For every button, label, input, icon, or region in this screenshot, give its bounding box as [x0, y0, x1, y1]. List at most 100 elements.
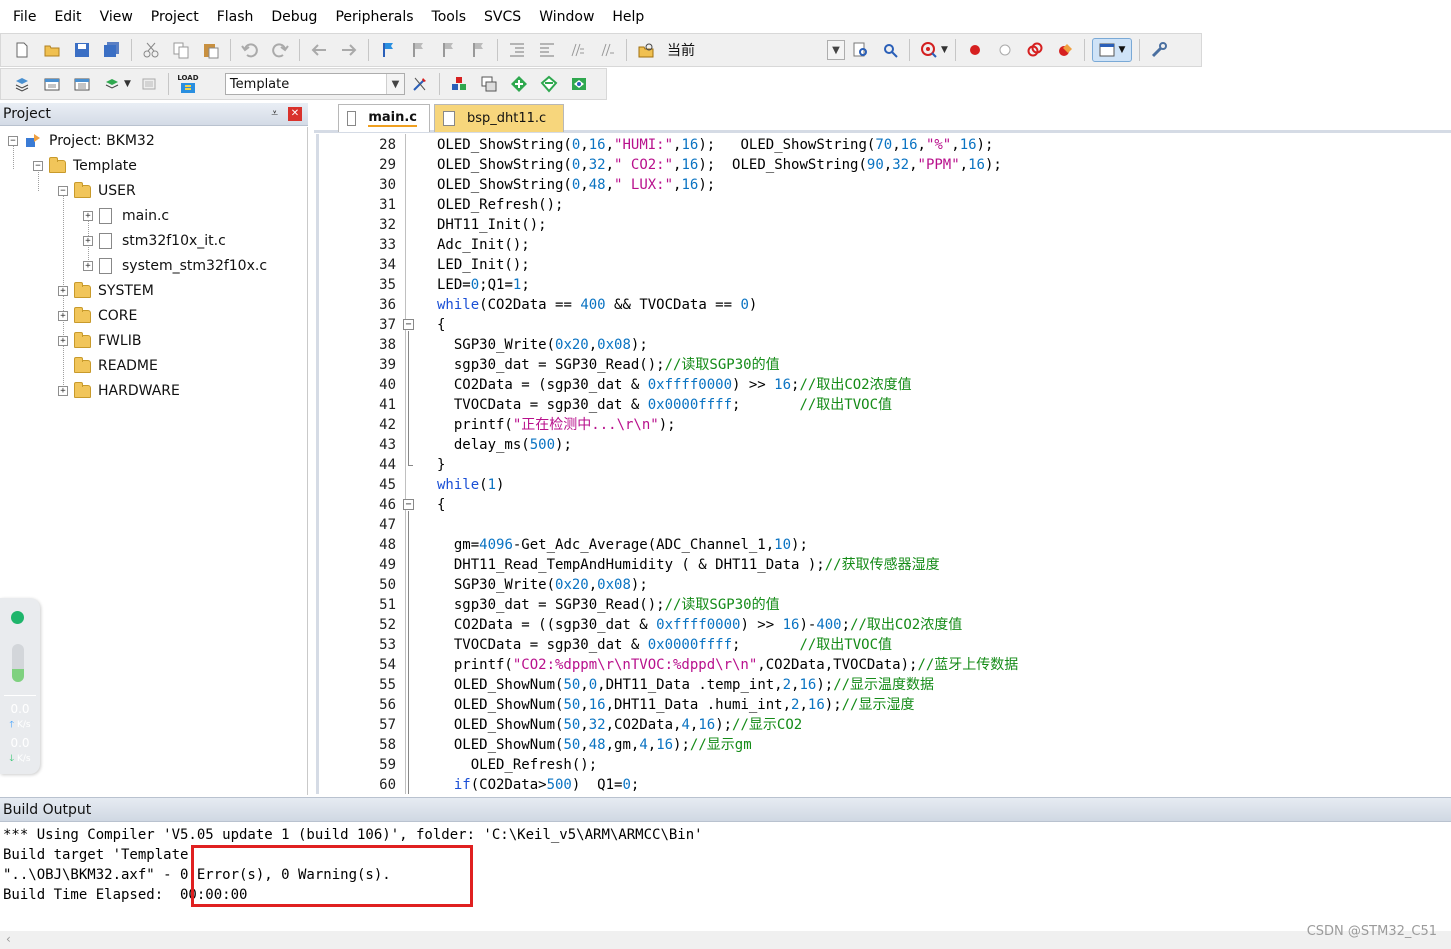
- close-icon[interactable]: ✕: [288, 107, 302, 121]
- disable-breakpoint-icon[interactable]: [993, 38, 1017, 62]
- code-token: 400: [816, 617, 842, 633]
- disable-all-breakpoints-icon[interactable]: [1053, 38, 1077, 62]
- tree-node-readme[interactable]: README: [74, 354, 158, 378]
- tree-node-fwlib[interactable]: + FWLIB: [58, 329, 141, 353]
- tree-node-template[interactable]: − Template: [33, 154, 137, 178]
- fold-toggle-icon[interactable]: −: [403, 499, 414, 510]
- indent-icon[interactable]: [505, 38, 529, 62]
- code-token: ,: [883, 157, 893, 173]
- find-icon[interactable]: [848, 38, 872, 62]
- code-token: 16: [900, 137, 918, 153]
- expand-icon[interactable]: +: [58, 286, 68, 296]
- save-icon[interactable]: [70, 38, 94, 62]
- uncomment-icon[interactable]: [595, 38, 619, 62]
- code-token: 0xffff0000: [656, 617, 741, 633]
- incremental-find-icon[interactable]: [878, 38, 902, 62]
- window-layout-icon[interactable]: ▼: [1091, 38, 1132, 62]
- cut-icon[interactable]: [139, 38, 163, 62]
- tree-node-hardware[interactable]: + HARDWARE: [58, 379, 180, 403]
- kill-breakpoints-icon[interactable]: [1023, 38, 1047, 62]
- menu-item-flash[interactable]: Flash: [208, 0, 263, 34]
- menu-item-file[interactable]: File: [4, 0, 45, 34]
- prev-bookmark-icon[interactable]: [406, 38, 430, 62]
- expand-icon[interactable]: +: [58, 311, 68, 321]
- stop-build-icon[interactable]: [137, 72, 161, 96]
- find-combo[interactable]: 当前 ▼: [663, 39, 845, 61]
- pin-icon[interactable]: ⩡: [271, 106, 278, 121]
- save-all-icon[interactable]: [100, 38, 124, 62]
- network-speed-widget[interactable]: 0.0 🡑 K/s 0.0 🡓 K/s: [0, 598, 40, 774]
- expand-icon[interactable]: +: [83, 261, 93, 271]
- translate-icon[interactable]: [10, 72, 34, 96]
- target-options-icon[interactable]: [408, 72, 432, 96]
- tab-main-c[interactable]: main.c: [338, 104, 430, 132]
- unindent-icon[interactable]: [535, 38, 559, 62]
- horizontal-scrollbar[interactable]: ‹: [0, 931, 1451, 949]
- expand-icon[interactable]: +: [83, 236, 93, 246]
- pack-installer-icon[interactable]: [507, 72, 531, 96]
- code-token: ,: [799, 697, 808, 713]
- debug-session-icon[interactable]: [917, 38, 941, 62]
- menu-item-project[interactable]: Project: [142, 0, 208, 34]
- tree-node-user[interactable]: − USER: [58, 179, 136, 203]
- file-extensions-icon[interactable]: [477, 72, 501, 96]
- fold-toggle-icon[interactable]: −: [403, 319, 414, 330]
- chevron-down-icon[interactable]: ▼: [941, 45, 948, 55]
- chevron-down-icon[interactable]: ▼: [827, 40, 845, 60]
- collapse-icon[interactable]: −: [58, 186, 68, 196]
- menu-item-window[interactable]: Window: [530, 0, 603, 34]
- menu-item-peripherals[interactable]: Peripherals: [326, 0, 422, 34]
- menu-item-view[interactable]: View: [91, 0, 142, 34]
- undo-icon[interactable]: [238, 38, 262, 62]
- clear-bookmarks-icon[interactable]: [466, 38, 490, 62]
- open-file-icon[interactable]: [40, 38, 64, 62]
- configure-icon[interactable]: [1147, 38, 1171, 62]
- line-number: 49: [379, 557, 396, 573]
- tree-node-stm32f10x-it-c[interactable]: + stm32f10x_it.c: [83, 229, 226, 253]
- copy-icon[interactable]: [169, 38, 193, 62]
- widget-divider: [4, 695, 36, 696]
- scroll-left-arrow-icon[interactable]: ‹: [6, 932, 11, 946]
- code-token: ) Q1=: [571, 777, 623, 793]
- expand-icon[interactable]: +: [83, 211, 93, 221]
- find-in-files-icon[interactable]: [634, 38, 658, 62]
- manage-project-icon[interactable]: [447, 72, 471, 96]
- expand-icon[interactable]: +: [58, 386, 68, 396]
- code-editor[interactable]: 28 29 30 31 32 33 34 35 36 37 38 39 40 41 42 43 44 45 46 47…: [316, 134, 1451, 794]
- target-select[interactable]: Template ▼: [224, 73, 405, 95]
- nav-back-icon[interactable]: [307, 38, 331, 62]
- tab-bsp-dht11-c[interactable]: bsp_dht11.c: [434, 104, 564, 132]
- tree-node-project[interactable]: − Project: BKM32: [8, 129, 155, 153]
- tree-node-core[interactable]: + CORE: [58, 304, 137, 328]
- collapse-icon[interactable]: −: [33, 161, 43, 171]
- bookmark-icon[interactable]: [376, 38, 400, 62]
- nav-forward-icon[interactable]: [337, 38, 361, 62]
- paste-icon[interactable]: [199, 38, 223, 62]
- expand-icon[interactable]: +: [58, 336, 68, 346]
- menu-item-svcs[interactable]: SVCS: [475, 0, 530, 34]
- tree-node-system-stm32f10x-c[interactable]: + system_stm32f10x.c: [83, 254, 267, 278]
- code-token: "HUMI:": [614, 137, 674, 153]
- menu-item-help[interactable]: Help: [603, 0, 653, 34]
- manage-rte-icon[interactable]: [567, 72, 591, 96]
- redo-icon[interactable]: [268, 38, 292, 62]
- select-packs-icon[interactable]: [537, 72, 561, 96]
- chevron-down-icon[interactable]: ▼: [124, 79, 131, 89]
- tree-node-main-c[interactable]: + main.c: [83, 204, 169, 228]
- menu-item-tools[interactable]: Tools: [423, 0, 476, 34]
- download-icon[interactable]: LOAD: [176, 72, 200, 96]
- code-line: TVOCData = sgp30_dat & 0x0000ffff; //取出T…: [437, 395, 892, 415]
- code-token: ,DHT11_Data .humi_int,: [605, 697, 792, 713]
- menu-item-edit[interactable]: Edit: [45, 0, 90, 34]
- rebuild-icon[interactable]: [70, 72, 94, 96]
- tree-node-system[interactable]: + SYSTEM: [58, 279, 154, 303]
- next-bookmark-icon[interactable]: [436, 38, 460, 62]
- breakpoint-icon[interactable]: [963, 38, 987, 62]
- comment-icon[interactable]: [565, 38, 589, 62]
- batch-build-icon[interactable]: [100, 72, 124, 96]
- menu-item-debug[interactable]: Debug: [262, 0, 326, 34]
- collapse-icon[interactable]: −: [8, 136, 18, 146]
- new-file-icon[interactable]: [10, 38, 34, 62]
- build-icon[interactable]: [40, 72, 64, 96]
- chevron-down-icon[interactable]: ▼: [385, 74, 404, 94]
